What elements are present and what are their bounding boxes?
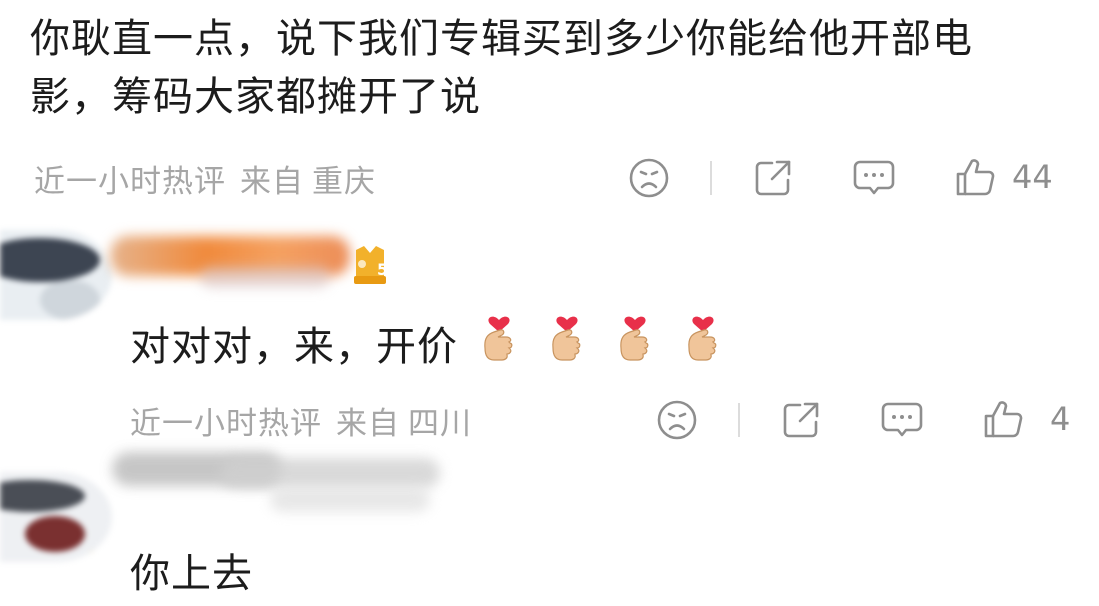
username-sub [270, 488, 430, 512]
level-badge: 5 [350, 244, 390, 292]
reply-text: 对对对，来，开价 [130, 315, 726, 371]
username-tail [200, 266, 330, 288]
reply-item: 你上去 [0, 448, 1099, 606]
from-label: 来自 [240, 163, 304, 200]
main-comment-actions: 44 [628, 156, 1068, 200]
comment-icon[interactable] [852, 158, 896, 198]
finger-heart-emoji [612, 310, 658, 376]
finger-heart-emoji [476, 310, 522, 376]
main-comment-meta-text: 近一小时热评 来自 重庆 [34, 156, 390, 201]
reply-actions: 4 [656, 398, 1071, 442]
sad-face-icon[interactable] [656, 399, 698, 441]
main-comment: 你耿直一点，说下我们专辑买到多少你能给他开部电 影，筹码大家都摊开了说 [30, 10, 1070, 126]
username-tail [220, 458, 440, 488]
comment-time: 近一小时热评 [130, 405, 322, 442]
from-label: 来自 [336, 405, 400, 442]
reply-text: 你上去 [130, 542, 253, 598]
avatar[interactable] [0, 472, 112, 562]
comment-time: 近一小时热评 [34, 163, 226, 200]
reply-item: 5 对对对，来，开价 近一小时热评 来自 四川 4 [0, 222, 1099, 452]
comment-location: 四川 [408, 405, 472, 442]
action-divider [710, 161, 712, 195]
finger-heart-emoji [544, 310, 590, 376]
thumbs-up-icon[interactable] [982, 398, 1024, 440]
reply-meta-text: 近一小时热评 来自 四川 [130, 398, 486, 443]
finger-heart-emoji [680, 310, 726, 376]
reply-text-content: 对对对，来，开价 [130, 324, 458, 370]
reply-meta: 近一小时热评 来自 四川 4 [130, 398, 1071, 443]
main-comment-line2: 影，筹码大家都摊开了说 [30, 74, 481, 120]
share-icon[interactable] [780, 399, 822, 441]
main-comment-line1: 你耿直一点，说下我们专辑买到多少你能给他开部电 [30, 16, 973, 62]
comment-icon[interactable] [880, 400, 924, 440]
sad-face-icon[interactable] [628, 157, 670, 199]
main-comment-meta: 近一小时热评 来自 重庆 44 [34, 156, 1068, 200]
reply-text-content: 你上去 [130, 551, 253, 597]
thumbs-up-icon[interactable] [954, 156, 996, 198]
action-divider [738, 403, 740, 437]
comment-location: 重庆 [312, 163, 376, 200]
level-number: 5 [377, 260, 388, 279]
share-icon[interactable] [752, 157, 794, 199]
like-count: 4 [1050, 400, 1071, 438]
main-comment-text: 你耿直一点，说下我们专辑买到多少你能给他开部电 影，筹码大家都摊开了说 [30, 10, 1070, 126]
avatar[interactable] [0, 230, 112, 320]
like-count: 44 [1012, 158, 1053, 196]
